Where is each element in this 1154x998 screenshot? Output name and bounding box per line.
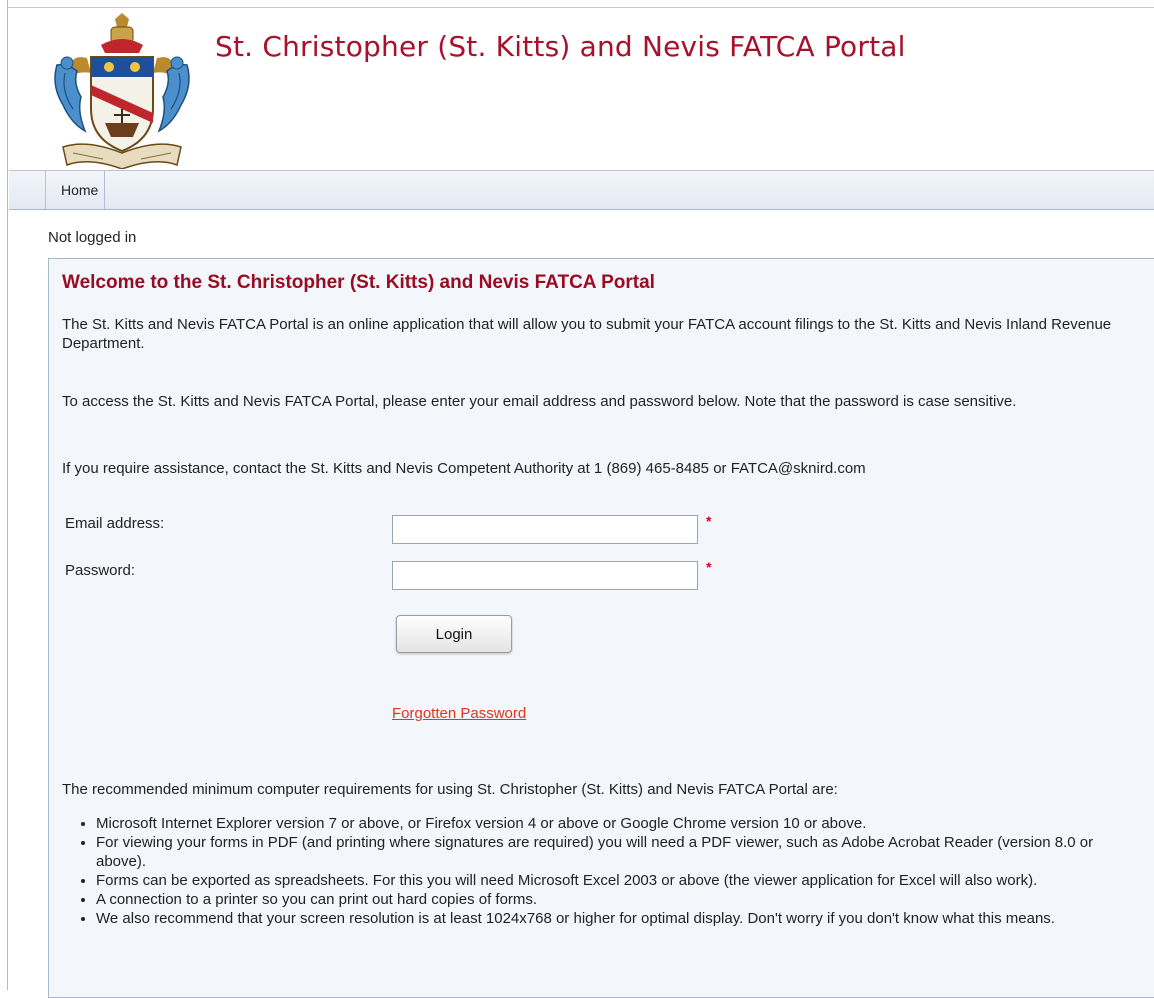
coat-of-arms-icon [54,13,190,169]
nav-item-home[interactable]: Home [54,171,106,209]
window-top-border [0,0,1154,8]
intro-paragraph: The St. Kitts and Nevis FATCA Portal is … [62,316,1112,352]
nav-divider [45,171,46,209]
list-item: A connection to a printer so you can pri… [96,890,1147,909]
requirements-intro: The recommended minimum computer require… [62,781,838,798]
list-item: We also recommend that your screen resol… [96,909,1147,928]
list-item: For viewing your forms in PDF (and print… [96,833,1147,871]
list-item: Microsoft Internet Explorer version 7 or… [96,814,1147,833]
site-header: St. Christopher (St. Kitts) and Nevis FA… [9,9,1154,169]
login-status-text: Not logged in [48,229,137,246]
email-required-marker: * [706,513,712,529]
site-title: St. Christopher (St. Kitts) and Nevis FA… [215,30,906,63]
password-field[interactable] [392,561,698,590]
assistance-paragraph: If you require assistance, contact the S… [62,460,866,477]
top-navigation-bar: Home [9,170,1154,210]
welcome-panel: Welcome to the St. Christopher (St. Kitt… [48,258,1154,998]
access-instructions-paragraph: To access the St. Kitts and Nevis FATCA … [62,393,1017,410]
window-left-border [0,0,8,990]
email-field[interactable] [392,515,698,544]
password-required-marker: * [706,559,712,575]
welcome-heading: Welcome to the St. Christopher (St. Kitt… [62,272,655,293]
login-button[interactable]: Login [396,615,512,653]
email-label: Email address: [65,515,165,532]
requirements-list: Microsoft Internet Explorer version 7 or… [62,814,1147,928]
password-label: Password: [65,562,136,579]
forgotten-password-link[interactable]: Forgotten Password [392,705,526,722]
list-item: Forms can be exported as spreadsheets. F… [96,871,1147,890]
